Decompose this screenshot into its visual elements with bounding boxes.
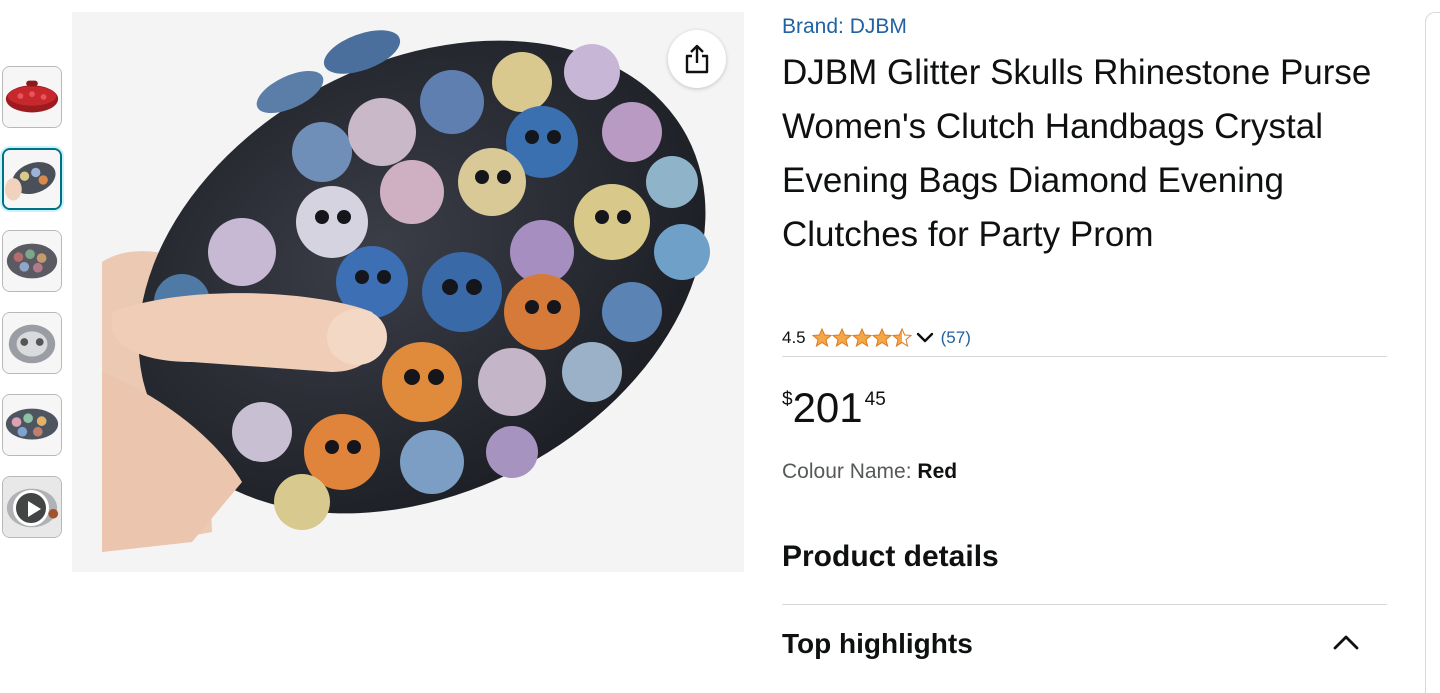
chevron-up-icon[interactable] [1331, 632, 1361, 657]
colour-name-row: Colour Name: Red [782, 460, 957, 484]
star-rating[interactable] [811, 328, 912, 348]
rating-value: 4.5 [782, 328, 806, 347]
top-highlights-label: Top highlights [782, 628, 973, 659]
product-details-heading: Product details [782, 540, 999, 573]
thumbnail-red-clutch[interactable] [2, 66, 62, 128]
colour-label: Colour Name: [782, 460, 912, 483]
star-icon [871, 328, 892, 348]
buy-box-panel-edge [1425, 12, 1440, 693]
thumbnail-skull-clutch-front[interactable] [2, 230, 62, 292]
thumbnail-skull-clutch-hand[interactable] [2, 148, 62, 210]
star-icon [851, 328, 872, 348]
brand-link[interactable]: Brand: DJBM [782, 15, 907, 39]
price: $ 201 45 [782, 382, 886, 434]
review-count-link[interactable]: (57) [941, 328, 971, 348]
top-highlights-toggle[interactable]: Top highlights [782, 618, 1387, 674]
play-icon [13, 490, 49, 526]
price-fraction: 45 [864, 389, 886, 410]
clutch-interior-image [3, 313, 61, 373]
star-icon [831, 328, 852, 348]
star-icon [811, 328, 832, 348]
skull-clutch-hand-image [4, 150, 60, 208]
share-button[interactable] [668, 30, 726, 88]
skull-clutch-photo [72, 12, 744, 572]
skull-clutch-front-image [3, 231, 61, 291]
main-product-image[interactable] [72, 12, 744, 572]
rating-row: 4.5 (57) [782, 326, 971, 350]
divider [782, 604, 1387, 605]
star-icon [891, 328, 912, 348]
price-symbol: $ [782, 389, 793, 410]
thumbnail-video[interactable] [2, 476, 62, 538]
colour-value: Red [917, 460, 958, 483]
chevron-down-icon[interactable] [915, 331, 935, 345]
thumbnail-skull-clutch-side[interactable] [2, 394, 62, 456]
thumbnail-clutch-interior[interactable] [2, 312, 62, 374]
red-clutch-image [3, 67, 61, 127]
divider [782, 356, 1387, 357]
skull-clutch-side-image [3, 395, 61, 455]
price-whole: 201 [792, 384, 863, 431]
share-icon [685, 44, 709, 74]
product-title: DJBM Glitter Skulls Rhinestone Purse Wom… [782, 53, 1372, 254]
